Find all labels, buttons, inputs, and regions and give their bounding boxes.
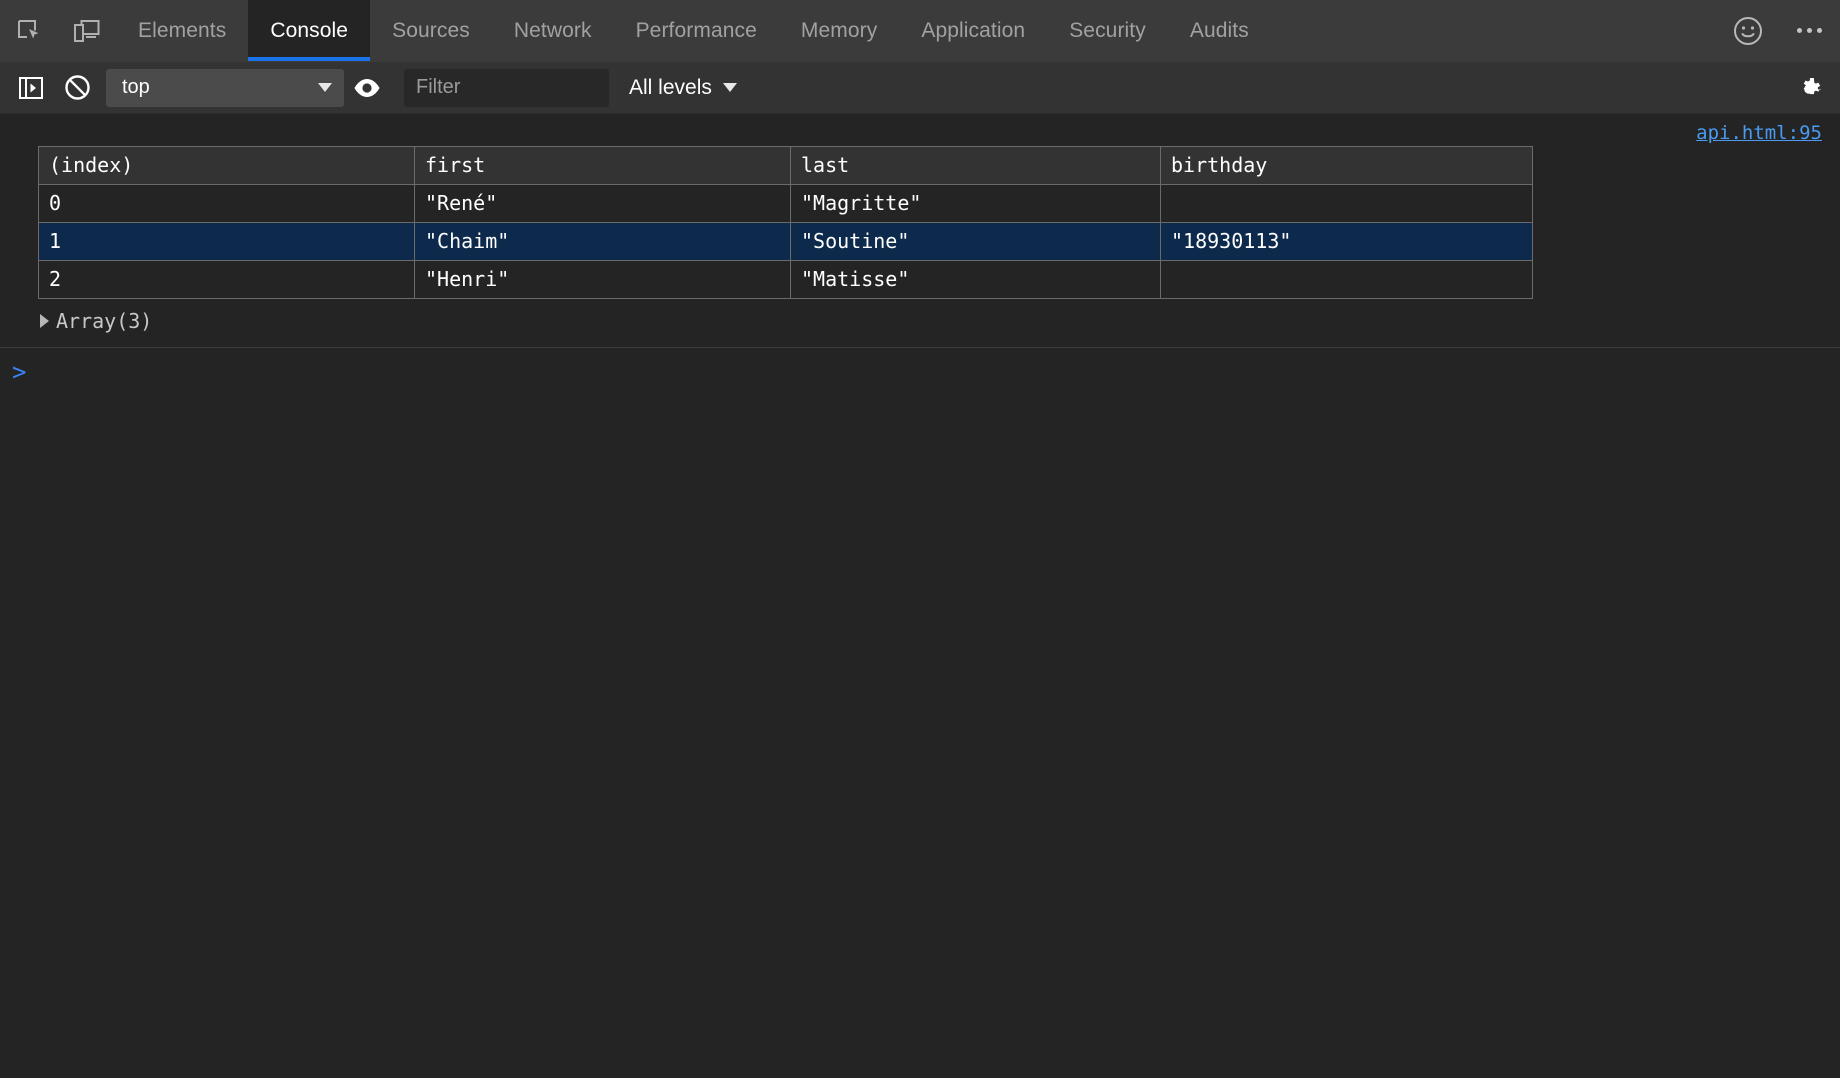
tab-label: Sources: [392, 19, 470, 43]
console-output-panel[interactable]: api.html:95 (index) first last birthday …: [0, 114, 1840, 1077]
tab-label: Memory: [801, 19, 877, 43]
cell-first: "Henri": [415, 261, 791, 299]
tab-label: Audits: [1190, 19, 1249, 43]
execution-context-value: top: [122, 76, 150, 99]
cell-last: "Soutine": [791, 223, 1161, 261]
table-row[interactable]: 2 "Henri" "Matisse": [39, 261, 1533, 299]
tab-application[interactable]: Application: [899, 0, 1047, 61]
cell-index: 1: [39, 223, 415, 261]
console-sidebar-toggle-icon[interactable]: [8, 65, 54, 111]
execution-context-select[interactable]: top: [106, 69, 344, 107]
live-expression-eye-icon[interactable]: [344, 65, 390, 111]
tab-label: Network: [514, 19, 592, 43]
console-prompt-input[interactable]: [26, 356, 1840, 384]
tab-elements[interactable]: Elements: [116, 0, 248, 61]
gear-icon[interactable]: [1778, 65, 1840, 111]
cell-last: "Magritte": [791, 185, 1161, 223]
inspect-element-icon[interactable]: [0, 0, 58, 61]
tab-audits[interactable]: Audits: [1168, 0, 1271, 61]
tab-memory[interactable]: Memory: [779, 0, 899, 61]
tab-performance[interactable]: Performance: [614, 0, 779, 61]
more-options-icon[interactable]: [1778, 0, 1840, 61]
tab-sources[interactable]: Sources: [370, 0, 492, 61]
cell-first: "René": [415, 185, 791, 223]
cell-birthday: "18930113": [1161, 223, 1533, 261]
cell-birthday: [1161, 261, 1533, 299]
cell-first: "Chaim": [415, 223, 791, 261]
smiley-face-icon[interactable]: [1718, 0, 1778, 61]
console-filter-toolbar: top All levels: [0, 62, 1840, 114]
column-header-last[interactable]: last: [791, 147, 1161, 185]
tab-label: Security: [1069, 19, 1146, 43]
column-header-first[interactable]: first: [415, 147, 791, 185]
tab-label: Application: [921, 19, 1025, 43]
console-table-body: 0 "René" "Magritte" 1 "Chaim" "Soutine" …: [39, 185, 1533, 299]
array-summary-row[interactable]: Array(3): [40, 309, 1840, 333]
table-row[interactable]: 1 "Chaim" "Soutine" "18930113": [39, 223, 1533, 261]
dot: [1797, 28, 1802, 33]
tab-network[interactable]: Network: [492, 0, 614, 61]
table-row[interactable]: 0 "René" "Magritte": [39, 185, 1533, 223]
tab-label: Performance: [636, 19, 757, 43]
dot: [1807, 28, 1812, 33]
cell-birthday: [1161, 185, 1533, 223]
device-toolbar-icon[interactable]: [58, 0, 116, 61]
tab-security[interactable]: Security: [1047, 0, 1168, 61]
tab-label: Console: [270, 19, 348, 43]
clear-console-icon[interactable]: [54, 65, 100, 111]
chevron-down-icon: [318, 83, 332, 92]
tab-label: Elements: [138, 19, 226, 43]
tabstrip-spacer: [1271, 0, 1718, 61]
column-header-birthday[interactable]: birthday: [1161, 147, 1533, 185]
console-table: (index) first last birthday 0 "René" "Ma…: [38, 146, 1533, 299]
table-header-row: (index) first last birthday: [39, 147, 1533, 185]
dot: [1817, 28, 1822, 33]
prompt-chevron-icon: >: [12, 356, 26, 384]
console-message-table: api.html:95 (index) first last birthday …: [0, 114, 1840, 348]
expand-triangle-icon[interactable]: [40, 314, 49, 328]
log-level-select[interactable]: All levels: [629, 76, 737, 100]
source-link[interactable]: api.html:95: [1696, 122, 1822, 144]
devtools-tabstrip: Elements Console Sources Network Perform…: [0, 0, 1840, 62]
tab-console[interactable]: Console: [248, 0, 370, 61]
cell-last: "Matisse": [791, 261, 1161, 299]
cell-index: 0: [39, 185, 415, 223]
chevron-down-icon: [723, 83, 737, 92]
array-summary-label: Array(3): [56, 309, 152, 333]
console-prompt-row[interactable]: >: [0, 348, 1840, 388]
column-header-index[interactable]: (index): [39, 147, 415, 185]
log-level-label: All levels: [629, 76, 712, 100]
search-input[interactable]: [404, 69, 609, 107]
console-table-head: (index) first last birthday: [39, 147, 1533, 185]
cell-index: 2: [39, 261, 415, 299]
